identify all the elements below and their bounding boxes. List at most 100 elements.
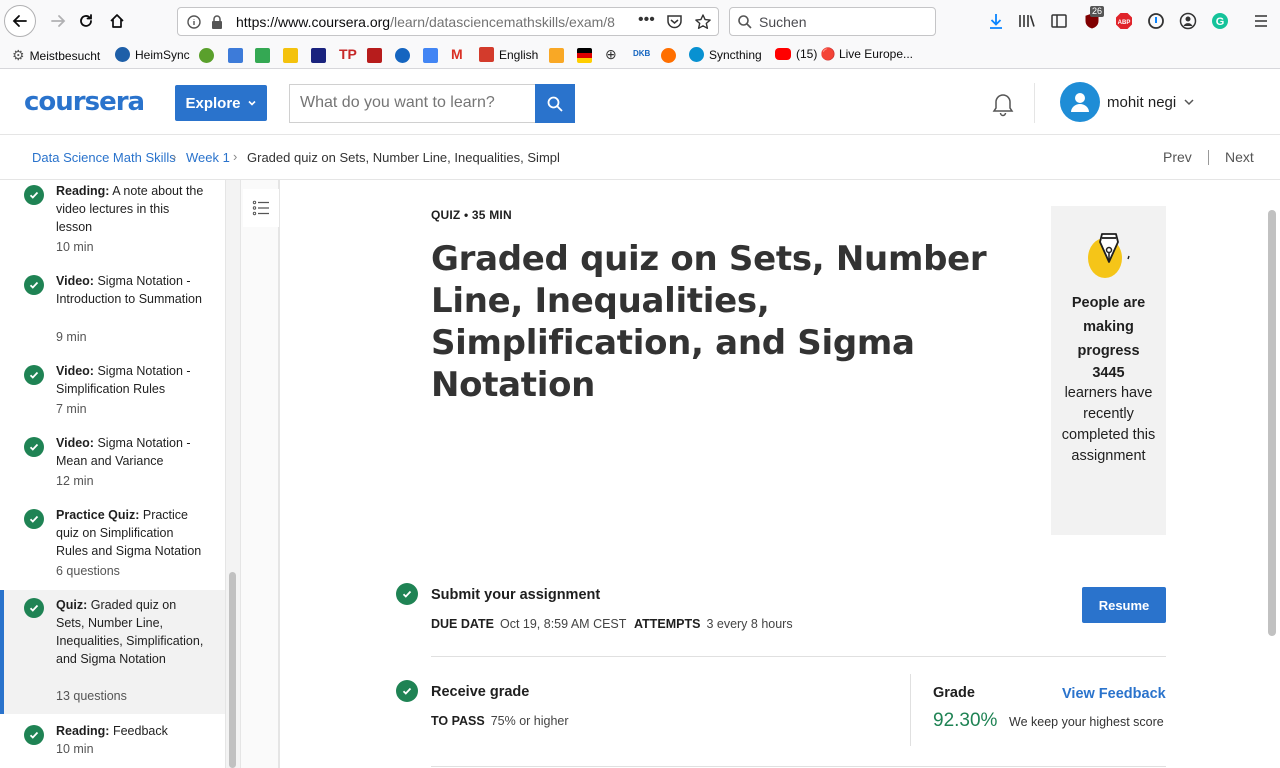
home-button[interactable] xyxy=(101,5,133,37)
sidebar-item[interactable]: Reading: A note about the video lectures… xyxy=(0,180,225,270)
catalog-search-input[interactable]: What do you want to learn? xyxy=(289,84,536,123)
library-button[interactable] xyxy=(1017,11,1037,31)
barcode-favicon[interactable] xyxy=(367,48,382,63)
tp-favicon[interactable]: TP xyxy=(339,46,357,62)
flag-icon xyxy=(479,47,494,62)
notifications-button[interactable] xyxy=(990,92,1016,123)
notes-favicon[interactable] xyxy=(283,48,298,63)
bookmark-label: English xyxy=(499,47,539,62)
grade-title: Receive grade xyxy=(431,684,530,700)
item-type: Video: xyxy=(56,364,94,378)
checkmark-icon xyxy=(24,598,44,618)
toc-column xyxy=(240,180,280,768)
explore-button[interactable]: Explore xyxy=(175,85,267,121)
breadcrumb-week[interactable]: Week 1 xyxy=(186,150,230,165)
extension-button[interactable] xyxy=(1146,11,1166,31)
attempts-label: ATTEMPTS xyxy=(634,617,701,631)
bookmark-label: Meistbesucht xyxy=(29,48,101,63)
docs-favicon[interactable] xyxy=(423,48,438,63)
adblock-button[interactable]: ABP xyxy=(1114,11,1134,31)
menu-button[interactable] xyxy=(1251,11,1271,31)
maps-favicon[interactable] xyxy=(255,48,270,63)
uni-favicon[interactable] xyxy=(549,48,564,63)
reload-button[interactable] xyxy=(70,5,102,37)
sync-icon xyxy=(115,47,130,62)
sidebar-item-active[interactable]: Quiz: Graded quiz on Sets, Number Line, … xyxy=(0,590,225,714)
page-actions-icon[interactable]: ••• xyxy=(638,11,655,29)
breadcrumb: Data Science Math Skills › Week 1 › Grad… xyxy=(0,135,1280,180)
bookmark-syncthing[interactable]: Syncthing xyxy=(689,47,762,62)
catalog-search-button[interactable] xyxy=(535,84,575,123)
eye-favicon[interactable] xyxy=(661,48,676,63)
coursera-logo[interactable]: coursera xyxy=(24,87,145,117)
due-date: DUE DATE Oct 19, 8:59 AM CEST xyxy=(431,617,626,631)
chevron-down-icon[interactable] xyxy=(1183,97,1195,107)
sidebar-item-label: Reading: A note about the video lectures… xyxy=(56,182,206,236)
circle-favicon[interactable] xyxy=(395,48,410,63)
downloads-button[interactable] xyxy=(986,11,1006,31)
resume-button[interactable]: Resume xyxy=(1082,587,1166,623)
site-header: coursera Explore What do you want to lea… xyxy=(0,70,1280,135)
sidebar-item-label: Reading: Feedback xyxy=(56,722,206,740)
sidebar-item[interactable]: Practice Quiz: Practice quiz on Simplifi… xyxy=(0,504,225,588)
progress-count: 3445 xyxy=(1092,365,1125,381)
main-scrollbar[interactable] xyxy=(1268,210,1276,636)
next-link[interactable]: Next xyxy=(1225,149,1254,165)
sidebar-item[interactable]: Video: Sigma Notation - Simplification R… xyxy=(0,360,225,432)
grade-value: 92.30% xyxy=(933,710,998,731)
sidebar-toggle-button[interactable] xyxy=(1049,11,1069,31)
bookmarks-toolbar: ⚙ Meistbesucht HeimSync TP M English ⊕ D… xyxy=(0,42,1280,69)
syncthing-icon xyxy=(689,47,704,62)
explore-label: Explore xyxy=(185,94,241,112)
item-type: Reading: xyxy=(56,184,110,198)
checkmark-icon xyxy=(24,185,44,205)
home-icon xyxy=(110,14,124,28)
due-value: Oct 19, 8:59 AM CEST xyxy=(499,617,627,631)
news-favicon[interactable] xyxy=(311,48,326,63)
submit-title: Submit your assignment xyxy=(431,587,601,603)
browser-search-field[interactable]: Suchen xyxy=(729,7,936,36)
dkb-favicon[interactable]: DKB xyxy=(633,49,650,58)
search-icon xyxy=(547,96,563,112)
chevron-right-icon: › xyxy=(233,149,238,164)
arrow-left-icon xyxy=(12,15,27,27)
bookmark-heimsync[interactable]: HeimSync xyxy=(115,47,190,62)
bookmark-youtube[interactable]: (15) 🔴 Live Europe... xyxy=(775,47,913,61)
download-icon xyxy=(990,14,1002,29)
url-bar[interactable]: https://www.coursera.org/learn/datascien… xyxy=(177,7,719,36)
sidebar-item-label: Quiz: Graded quiz on Sets, Number Line, … xyxy=(56,596,206,668)
sidebar-item-label: Video: Sigma Notation - Simplification R… xyxy=(56,362,206,398)
bookmark-label: (15) 🔴 Live Europe... xyxy=(796,47,913,61)
ublock-button[interactable]: 26 xyxy=(1082,6,1105,31)
user-name[interactable]: mohit negi xyxy=(1107,94,1176,111)
star-icon[interactable] xyxy=(694,13,712,31)
german-flag-favicon[interactable] xyxy=(577,48,592,63)
pocket-icon[interactable] xyxy=(666,14,683,30)
sidebar-item[interactable]: Reading: Feedback 10 min xyxy=(0,720,225,768)
globe-icon[interactable]: ⊕ xyxy=(605,46,617,63)
sidebar-item[interactable]: Video: Sigma Notation - Mean and Varianc… xyxy=(0,432,225,504)
search-icon xyxy=(738,15,752,29)
attempts-value: 3 every 8 hours xyxy=(706,617,793,631)
sidebar-item[interactable]: Video: Sigma Notation - Introduction to … xyxy=(0,270,225,360)
bell-icon xyxy=(992,94,1014,117)
breadcrumb-course[interactable]: Data Science Math Skills xyxy=(32,150,176,165)
globe-favicon[interactable] xyxy=(199,48,214,63)
sidebar-scrollbar[interactable] xyxy=(229,572,236,768)
grammarly-button[interactable]: G xyxy=(1210,11,1230,31)
view-feedback-link[interactable]: View Feedback xyxy=(1062,686,1166,702)
gmail-favicon[interactable]: M xyxy=(451,46,463,62)
bookmark-meistbesucht[interactable]: ⚙ Meistbesucht xyxy=(12,47,100,64)
ublock-badge: 26 xyxy=(1090,6,1105,17)
prev-link[interactable]: Prev xyxy=(1163,149,1192,165)
bookmark-english[interactable]: English xyxy=(479,47,538,62)
section-divider xyxy=(431,656,1166,657)
browser-toolbar: https://www.coursera.org/learn/datascien… xyxy=(0,0,1280,42)
back-button[interactable] xyxy=(4,5,36,37)
page-title: Graded quiz on Sets, Number Line, Inequa… xyxy=(431,239,987,405)
avatar[interactable] xyxy=(1060,82,1100,122)
jira-favicon[interactable] xyxy=(228,48,243,63)
account-button[interactable] xyxy=(1178,11,1198,31)
toc-toggle-button[interactable] xyxy=(243,189,279,227)
pass-requirement: TO PASS 75% or higher xyxy=(431,714,569,728)
